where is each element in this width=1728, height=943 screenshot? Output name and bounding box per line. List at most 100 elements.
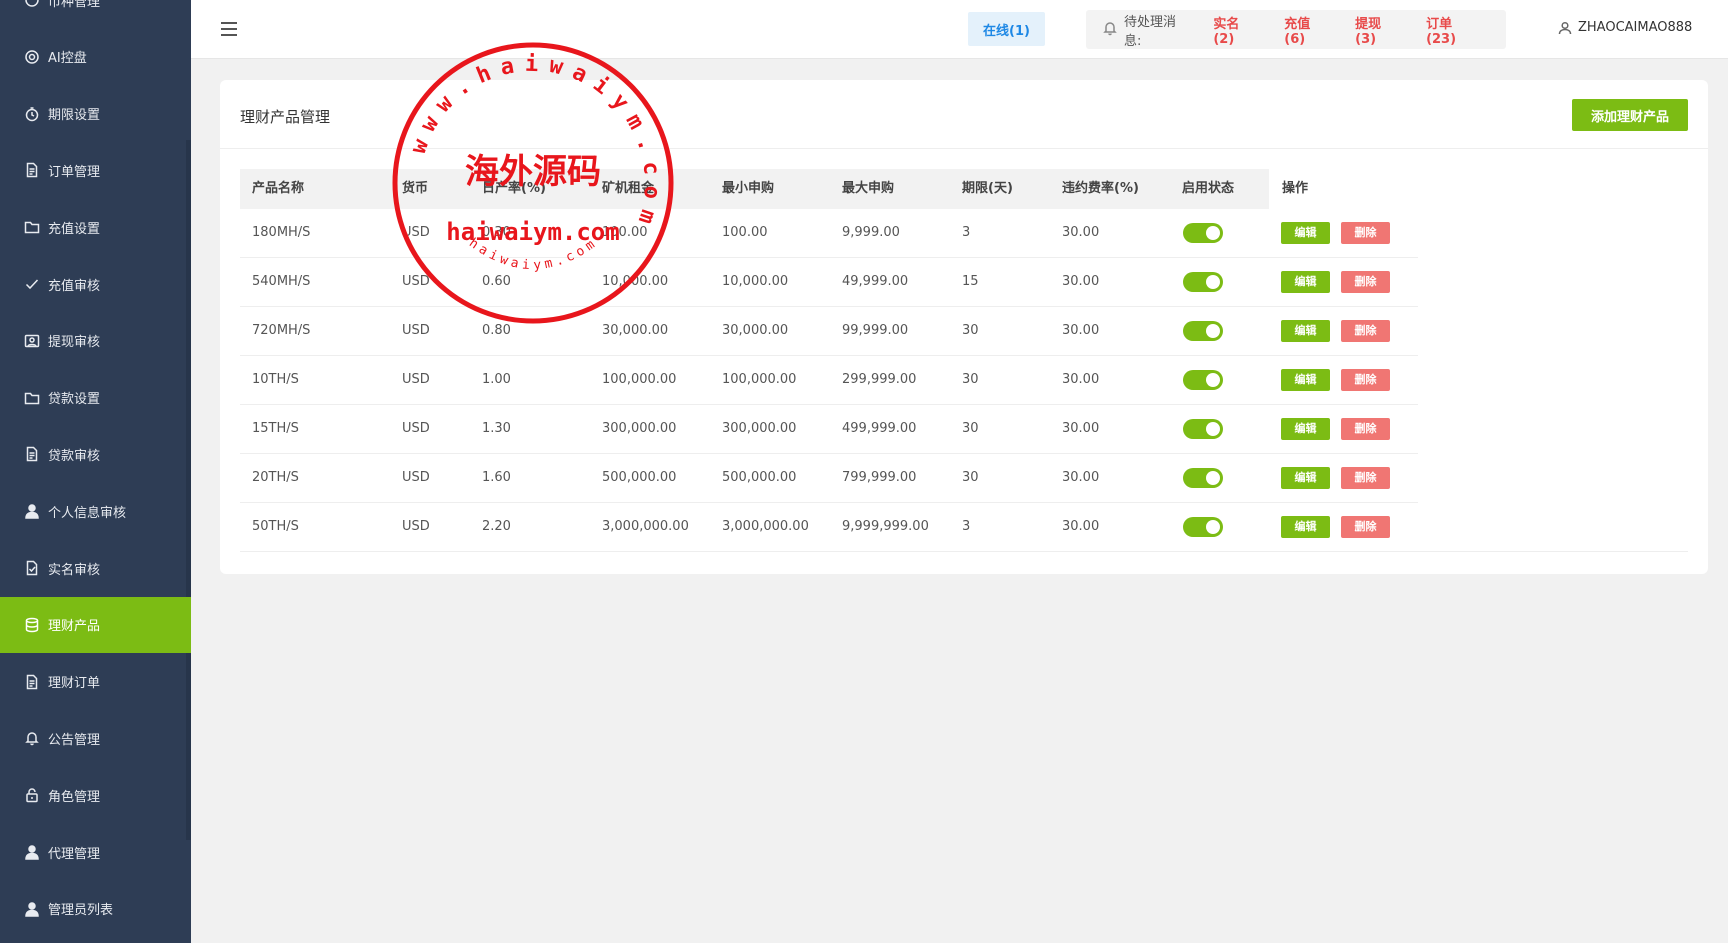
col-header-max: 最大申购	[842, 181, 895, 196]
cell-term: 3	[962, 225, 971, 240]
toggle-knob	[1206, 422, 1220, 436]
status-toggle[interactable]	[1183, 370, 1223, 390]
sidebar-item[interactable]: 贷款审核	[0, 426, 191, 482]
cell-name: 540MH/S	[252, 274, 311, 289]
cell-term: 3	[962, 519, 971, 534]
cell-daily-rate: 2.20	[482, 519, 511, 534]
sidebar-item[interactable]: 贷款设置	[0, 370, 191, 426]
delete-button[interactable]: 删除	[1341, 320, 1390, 342]
sidebar-item[interactable]: 币种管理	[0, 0, 191, 28]
user-icon	[24, 901, 40, 917]
sidebar-item[interactable]: 期限设置	[0, 86, 191, 142]
cell-name: 20TH/S	[252, 470, 299, 485]
cell-name: 50TH/S	[252, 519, 299, 534]
table-row: 50TH/S USD 2.20 3,000,000.00 3,000,000.00 9,9…	[240, 503, 1688, 552]
document-icon	[24, 446, 40, 462]
delete-button[interactable]: 删除	[1341, 222, 1390, 244]
cell-min: 100.00	[722, 225, 768, 240]
sidebar-item-label: 充值审核	[48, 278, 101, 294]
sidebar-item[interactable]: 公告管理	[0, 710, 191, 766]
edit-button[interactable]: 编辑	[1281, 369, 1330, 391]
sidebar-item[interactable]: 管理员列表	[0, 881, 191, 937]
status-toggle[interactable]	[1183, 223, 1223, 243]
pending-messages-bar: 待处理消息: 实名(2) 充值(6) 提现(3) 订单(23)	[1086, 10, 1506, 49]
sidebar-item-label: 角色管理	[48, 789, 101, 805]
toggle-knob	[1206, 520, 1220, 534]
cell-min: 30,000.00	[722, 323, 789, 338]
sidebar-item[interactable]: 提现审核	[0, 313, 191, 369]
username: ZHAOCAIMAO888	[1578, 20, 1693, 35]
edit-button[interactable]: 编辑	[1281, 271, 1330, 293]
cell-term: 30	[962, 372, 979, 387]
sidebar-item-label: 期限设置	[48, 108, 101, 124]
cell-term: 30	[962, 470, 979, 485]
cell-max: 49,999.00	[842, 274, 909, 289]
sidebar-item[interactable]: 代理管理	[0, 824, 191, 880]
pending-label: 待处理消息:	[1124, 14, 1177, 49]
status-toggle[interactable]	[1183, 272, 1223, 292]
pending-recharge-link[interactable]: 充值(6)	[1284, 13, 1331, 47]
gear-icon	[24, 49, 40, 65]
delete-button[interactable]: 删除	[1341, 271, 1390, 293]
cell-penalty: 30.00	[1062, 225, 1100, 240]
sidebar-item[interactable]: 充值审核	[0, 256, 191, 312]
cell-daily-rate: 1.60	[482, 470, 511, 485]
cell-rent: 500,000.00	[602, 470, 677, 485]
edit-button[interactable]: 编辑	[1281, 222, 1330, 244]
table-row: 15TH/S USD 1.30 300,000.00 300,000.00 499,999…	[240, 405, 1418, 454]
edit-button[interactable]: 编辑	[1281, 418, 1330, 440]
delete-button[interactable]: 删除	[1341, 516, 1390, 538]
pending-order-link[interactable]: 订单(23)	[1426, 13, 1482, 47]
cell-name: 15TH/S	[252, 421, 299, 436]
col-header-min: 最小申购	[722, 181, 775, 196]
user-menu[interactable]: ZHAOCAIMAO888	[1558, 20, 1692, 35]
sidebar-item[interactable]: 角色管理	[0, 767, 191, 823]
user-icon	[1558, 21, 1572, 34]
cell-term: 30	[962, 323, 979, 338]
delete-button[interactable]: 删除	[1341, 467, 1390, 489]
cell-max: 9,999.00	[842, 225, 900, 240]
sidebar-item[interactable]: 个人信息审核	[0, 483, 191, 539]
status-toggle[interactable]	[1183, 468, 1223, 488]
delete-button[interactable]: 删除	[1341, 418, 1390, 440]
table-row: 10TH/S USD 1.00 100,000.00 100,000.00 299,999…	[240, 356, 1418, 405]
online-count-badge[interactable]: 在线(1)	[968, 12, 1045, 46]
sidebar-item[interactable]: 理财产品	[0, 596, 191, 653]
col-header-status: 启用状态	[1182, 181, 1235, 196]
sidebar-item[interactable]: 理财订单	[0, 654, 191, 710]
menu-toggle-icon[interactable]	[221, 22, 237, 36]
sidebar-item[interactable]: 充值设置	[0, 199, 191, 255]
edit-button[interactable]: 编辑	[1281, 467, 1330, 489]
document-icon	[24, 162, 40, 178]
bell-icon	[24, 730, 40, 746]
cell-min: 100,000.00	[722, 372, 797, 387]
status-toggle[interactable]	[1183, 517, 1223, 537]
pending-withdraw-link[interactable]: 提现(3)	[1355, 13, 1402, 47]
sidebar-item-label: 贷款审核	[48, 448, 101, 464]
cell-min: 10,000.00	[722, 274, 789, 289]
add-product-button[interactable]: 添加理财产品	[1572, 99, 1688, 131]
pending-realname-link[interactable]: 实名(2)	[1213, 13, 1260, 47]
cell-rent: 3,000,000.00	[602, 519, 689, 534]
status-toggle[interactable]	[1183, 419, 1223, 439]
delete-button[interactable]: 删除	[1341, 369, 1390, 391]
sidebar-item-label: 代理管理	[48, 846, 101, 862]
cell-rent: 100,000.00	[602, 372, 677, 387]
document-check-icon	[24, 560, 40, 576]
edit-button[interactable]: 编辑	[1281, 516, 1330, 538]
cell-min: 300,000.00	[722, 421, 797, 436]
status-toggle[interactable]	[1183, 321, 1223, 341]
cell-term: 15	[962, 274, 979, 289]
edit-button[interactable]: 编辑	[1281, 320, 1330, 342]
cell-penalty: 30.00	[1062, 470, 1100, 485]
cell-penalty: 30.00	[1062, 323, 1100, 338]
sidebar-item[interactable]: AI控盘	[0, 29, 191, 85]
image-icon	[24, 333, 40, 349]
bell-icon	[1102, 20, 1118, 40]
sidebar-item[interactable]: 实名审核	[0, 540, 191, 596]
folder-icon	[24, 219, 40, 235]
cell-currency: USD	[402, 372, 430, 387]
sidebar-item[interactable]: 订单管理	[0, 142, 191, 198]
cell-penalty: 30.00	[1062, 519, 1100, 534]
check-icon	[24, 276, 40, 292]
